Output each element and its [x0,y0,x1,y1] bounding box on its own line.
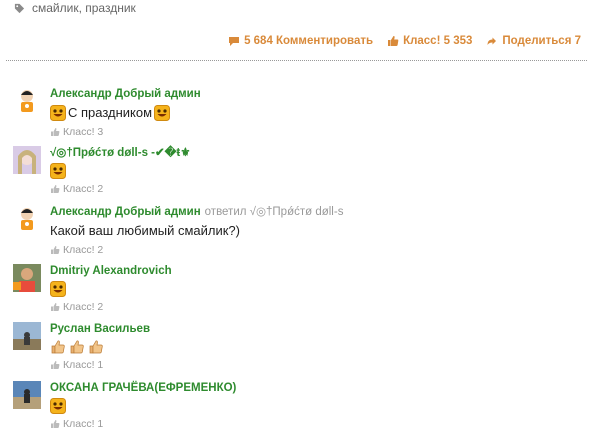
smiley-icon [50,281,66,297]
thumbs-up-icon [50,302,60,312]
author-name[interactable]: Александр Добрый админ [50,88,201,100]
avatar[interactable] [13,322,41,350]
share-label: Поделиться 7 [502,35,581,47]
author-name[interactable]: ОКСАНА ГРАЧЁВА(ЕФРЕМЕНКО) [50,382,236,394]
thumbs-up-icon [50,360,60,370]
post-actions: 5 684 Комментировать Класс! 5 353 Подели… [228,35,581,47]
smiley-icon [154,105,170,121]
avatar[interactable] [13,146,41,174]
reply-to-name[interactable]: √◎†Прǿćтø døll-s [250,206,344,218]
comment-label: 5 684 Комментировать [244,35,374,47]
thumbs-up-icon [388,35,399,46]
author-name[interactable]: √◎†Прǿćтø døll-s -✔�ŧ⚜ [50,147,191,159]
comment-icon [229,37,240,46]
tags: смайлик, праздник [14,0,136,16]
smiley-icon [50,398,66,414]
reply-label: ответил [204,206,247,218]
thumbs-up-icon [50,184,60,194]
share-icon [487,37,497,45]
thumbs-up-icon [50,245,60,255]
like-count: Класс! 3 [63,126,104,138]
comment-like[interactable]: Класс! 1 [50,359,150,371]
like-count: Класс! 2 [63,244,104,256]
comment-text: Какой ваш любимый смайлик?) [50,223,240,238]
avatar[interactable] [13,381,41,409]
like-count: Класс! 2 [63,301,104,313]
like-label: Класс! 5 353 [403,35,473,47]
comment-like[interactable]: Класс! 1 [50,418,236,430]
avatar[interactable] [13,87,41,115]
thumbs-up-emoji-icon [88,339,104,355]
author-name[interactable]: Александр Добрый админ [50,206,201,218]
comment-like[interactable]: Класс! 2 [50,183,191,195]
like-count: Класс! 2 [63,183,104,195]
thumbs-up-emoji-icon [50,339,66,355]
smiley-icon [50,105,66,121]
thumbs-up-icon [50,419,60,429]
author-name[interactable]: Dmitriy Alexandrovich [50,265,172,277]
avatar[interactable] [13,205,41,233]
thumbs-up-emoji-icon [69,339,85,355]
tags-text[interactable]: смайлик, праздник [32,1,136,15]
tag-icon [14,3,25,13]
comment-button[interactable]: 5 684 Комментировать [228,35,373,47]
comment-like[interactable]: Класс! 3 [50,126,201,138]
like-button[interactable]: Класс! 5 353 [387,35,472,47]
smiley-icon [50,163,66,179]
thumbs-up-icon [50,127,60,137]
share-button[interactable]: Поделиться 7 [486,35,581,47]
comment-text: С праздником [68,105,153,120]
comment-like[interactable]: Класс! 2 [50,244,343,256]
like-count: Класс! 1 [63,418,104,430]
comment-like[interactable]: Класс! 2 [50,301,172,313]
author-name[interactable]: Руслан Васильев [50,323,150,335]
avatar[interactable] [13,264,41,292]
like-count: Класс! 1 [63,359,104,371]
divider [6,60,587,61]
